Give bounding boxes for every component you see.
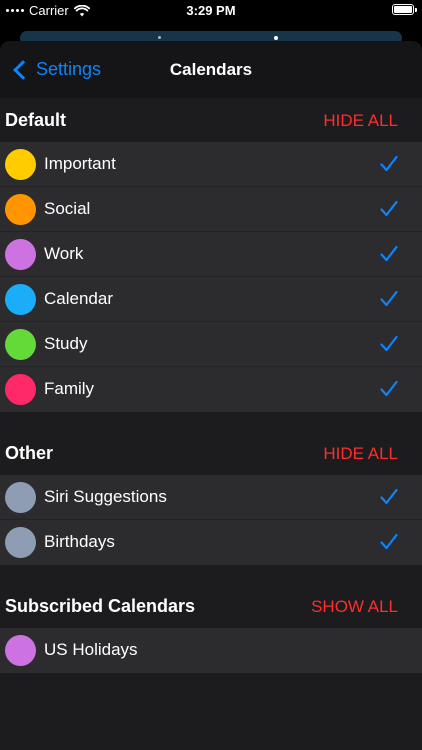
show-all-subscribed-button[interactable]: SHOW ALL: [311, 597, 398, 617]
section-header-subscribed: Subscribed Calendars SHOW ALL: [0, 584, 422, 628]
calendar-label: Calendar: [44, 289, 113, 308]
calendar-group-subscribed: US Holidays: [0, 628, 422, 673]
calendar-label: Birthdays: [44, 532, 115, 551]
hide-all-default-button[interactable]: HIDE ALL: [323, 111, 398, 131]
section-title: Default: [5, 110, 67, 130]
color-swatch: [5, 329, 36, 360]
calendar-label: Siri Suggestions: [44, 487, 167, 506]
status-bar: Carrier 3:29 PM: [0, 0, 422, 22]
checkmark-icon: [380, 290, 398, 307]
calendar-label: US Holidays: [44, 640, 138, 659]
hide-all-other-button[interactable]: HIDE ALL: [323, 444, 398, 464]
calendar-label: Work: [44, 244, 84, 263]
checkmark-icon: [380, 533, 398, 550]
section-title: Other: [5, 443, 54, 463]
calendar-row-important[interactable]: Important: [0, 142, 422, 187]
checkmark-icon: [380, 155, 398, 172]
calendar-row-work[interactable]: Work: [0, 232, 422, 277]
navigation-bar: Settings Calendars: [0, 41, 422, 98]
section-title: Subscribed Calendars: [5, 596, 196, 616]
color-swatch: [5, 527, 36, 558]
calendar-label: Family: [44, 379, 95, 398]
calendar-row-family[interactable]: Family: [0, 367, 422, 412]
color-swatch: [5, 284, 36, 315]
checkmark-icon: [380, 200, 398, 217]
color-swatch: [5, 635, 36, 666]
color-swatch: [5, 149, 36, 180]
calendar-label: Important: [44, 154, 116, 173]
page-dot-active: [274, 36, 278, 40]
calendar-row-siri-suggestions[interactable]: Siri Suggestions: [0, 475, 422, 520]
battery-icon: [392, 4, 417, 15]
checkmark-icon: [380, 380, 398, 397]
calendar-label: Study: [44, 334, 88, 353]
section-header-default: Default HIDE ALL: [0, 98, 422, 142]
page-title: Calendars: [169, 60, 253, 79]
color-swatch: [5, 239, 36, 270]
calendar-row-social[interactable]: Social: [0, 187, 422, 232]
calendar-row-calendar[interactable]: Calendar: [0, 277, 422, 322]
calendar-label: Social: [44, 199, 91, 218]
calendar-row-birthdays[interactable]: Birthdays: [0, 520, 422, 565]
checkmark-icon: [380, 245, 398, 262]
checkmark-icon: [380, 488, 398, 505]
calendar-row-us-holidays[interactable]: US Holidays: [0, 628, 422, 673]
page-dot: [158, 36, 161, 39]
calendars-sheet: Settings Calendars Default HIDE ALL Impo…: [0, 41, 422, 750]
calendar-group-other: Siri Suggestions Birthdays: [0, 475, 422, 565]
calendar-row-study[interactable]: Study: [0, 322, 422, 367]
checkmark-icon: [380, 335, 398, 352]
color-swatch: [5, 482, 36, 513]
color-swatch: [5, 374, 36, 405]
color-swatch: [5, 194, 36, 225]
status-time: 3:29 PM: [186, 3, 236, 18]
section-header-other: Other HIDE ALL: [0, 431, 422, 475]
calendar-group-default: Important Social Work Calendar Study Fam…: [0, 142, 422, 412]
